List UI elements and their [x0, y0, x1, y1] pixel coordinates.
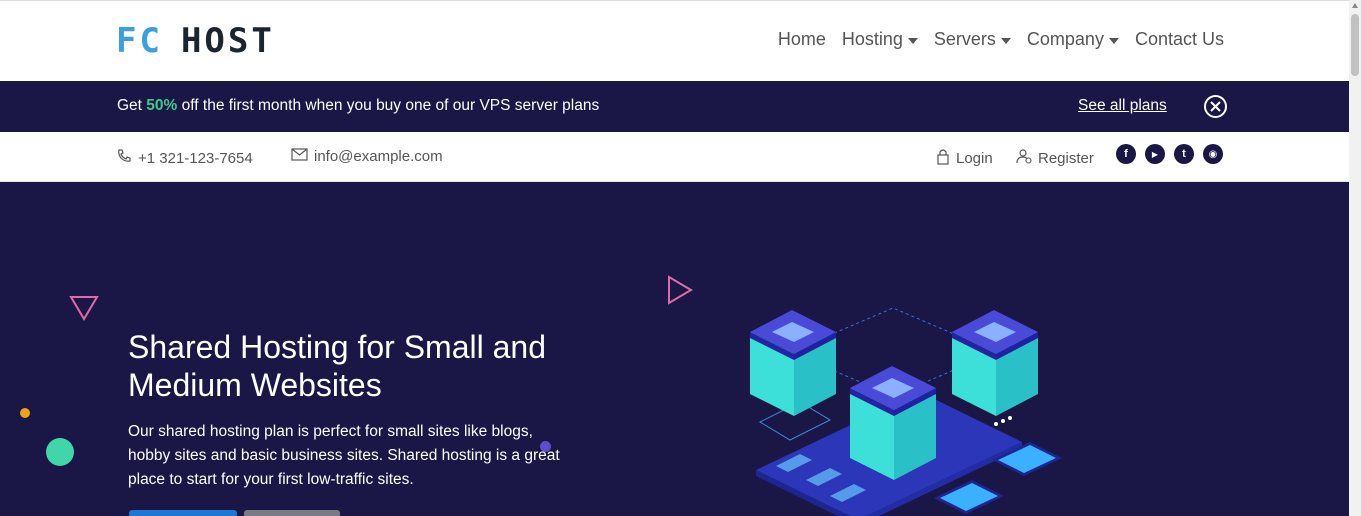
- server-illustration: [750, 307, 1062, 516]
- lock-icon: [936, 148, 950, 169]
- phone-icon: [116, 148, 132, 168]
- promo-text: Get 50% off the first month when you buy…: [117, 97, 599, 115]
- logo-part1: FC: [116, 21, 163, 61]
- nav-hosting[interactable]: Hosting: [842, 29, 918, 50]
- vertical-scrollbar[interactable]: [1349, 0, 1361, 516]
- site-header: FC HOST Home Hosting Servers Company Con…: [0, 0, 1349, 81]
- triangle-down-icon: [69, 296, 99, 321]
- discord-icon[interactable]: ◉: [1203, 144, 1223, 164]
- register-label: Register: [1038, 149, 1094, 167]
- email-address: info@example.com: [314, 148, 443, 165]
- nav-company[interactable]: Company: [1027, 29, 1119, 50]
- logo[interactable]: FC HOST: [116, 21, 275, 61]
- twitter-icon[interactable]: t: [1174, 144, 1194, 164]
- nav-contact[interactable]: Contact Us: [1135, 29, 1224, 50]
- phone-number: +1 321-123-7654: [138, 149, 253, 167]
- hero-title: Shared Hosting for Small and Medium Webs…: [128, 329, 546, 403]
- nav-servers-label: Servers: [933, 29, 996, 49]
- promo-text-before: Get: [117, 97, 147, 114]
- user-add-icon: [1016, 148, 1032, 168]
- nav-servers[interactable]: Servers: [934, 29, 1011, 50]
- chevron-down-icon: [1108, 37, 1119, 44]
- twitter-glyph: t: [1182, 148, 1186, 160]
- login-link[interactable]: Login: [936, 148, 993, 169]
- email-contact[interactable]: info@example.com: [291, 148, 443, 165]
- youtube-icon[interactable]: ▶: [1145, 144, 1165, 164]
- hero-section: Shared Hosting for Small and Medium Webs…: [0, 182, 1349, 516]
- nav-company-label: Company: [1026, 29, 1104, 49]
- nav-contact-label: Contact Us: [1134, 29, 1224, 49]
- green-dot: [46, 438, 74, 466]
- hero-primary-button[interactable]: [129, 510, 237, 516]
- scrollbar-thumb[interactable]: [1351, 14, 1359, 76]
- chevron-down-icon: [907, 37, 918, 44]
- youtube-glyph: ▶: [1151, 149, 1159, 159]
- phone-contact[interactable]: +1 321-123-7654: [116, 148, 253, 168]
- logo-part2: HOST: [180, 21, 275, 61]
- main-nav: Home Hosting Servers Company Contact Us: [778, 29, 1224, 50]
- mail-icon: [291, 148, 308, 165]
- nav-home-label: Home: [777, 29, 826, 49]
- facebook-glyph: f: [1124, 148, 1128, 160]
- triangle-right-icon: [668, 275, 693, 305]
- promo-text-after: off the first month when you buy one of …: [177, 97, 600, 114]
- social-links: f ▶ t ◉: [1116, 144, 1223, 164]
- promo-bar: Get 50% off the first month when you buy…: [0, 81, 1349, 132]
- scroll-up-icon[interactable]: [1352, 3, 1358, 8]
- nav-hosting-label: Hosting: [841, 29, 903, 49]
- login-label: Login: [956, 150, 993, 167]
- hero-description: Our shared hosting plan is perfect for s…: [128, 423, 560, 488]
- close-icon[interactable]: [1204, 95, 1227, 118]
- chevron-down-icon: [1000, 37, 1011, 44]
- see-all-plans-link[interactable]: See all plans: [1078, 97, 1167, 115]
- discord-glyph: ◉: [1208, 148, 1218, 160]
- hero-secondary-button[interactable]: [244, 510, 340, 516]
- page: FC HOST Home Hosting Servers Company Con…: [0, 0, 1349, 516]
- nav-home[interactable]: Home: [778, 29, 826, 50]
- facebook-icon[interactable]: f: [1116, 144, 1136, 164]
- orange-dot: [20, 408, 30, 418]
- register-link[interactable]: Register: [1016, 148, 1094, 168]
- promo-highlight: 50%: [146, 97, 178, 114]
